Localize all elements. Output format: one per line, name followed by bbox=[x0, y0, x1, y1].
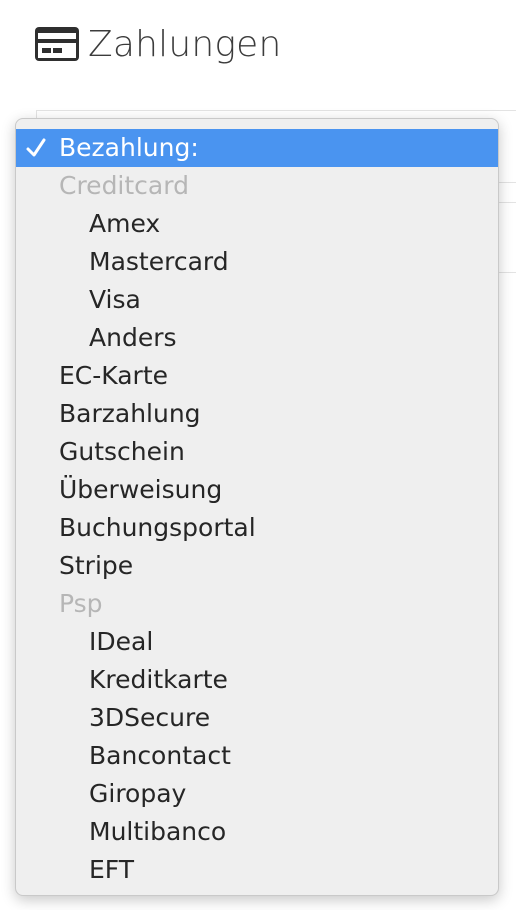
option-label: Mastercard bbox=[89, 247, 229, 276]
option-label: Bancontact bbox=[89, 741, 231, 770]
page-header: Zahlungen bbox=[34, 22, 282, 66]
dropdown-option[interactable]: Amex bbox=[16, 205, 498, 243]
page-title: Zahlungen bbox=[88, 23, 282, 65]
option-label: Multibanco bbox=[89, 817, 227, 846]
option-label: Gutschein bbox=[59, 437, 185, 466]
option-label: Kreditkarte bbox=[89, 665, 228, 694]
dropdown-option[interactable]: Überweisung bbox=[16, 471, 498, 509]
payment-method-dropdown[interactable]: Bezahlung: Creditcard Amex Mastercard Visa An… bbox=[15, 118, 499, 896]
option-label: Stripe bbox=[59, 551, 134, 580]
dropdown-option[interactable]: Stripe bbox=[16, 547, 498, 585]
dropdown-option[interactable]: Mastercard bbox=[16, 243, 498, 281]
option-label: Creditcard bbox=[59, 171, 189, 200]
option-group-header: Creditcard bbox=[16, 167, 498, 205]
option-label: 3DSecure bbox=[89, 703, 211, 732]
option-label: Amex bbox=[89, 209, 161, 238]
option-label: Visa bbox=[89, 285, 141, 314]
dropdown-option[interactable]: Kreditkarte bbox=[16, 661, 498, 699]
dropdown-option[interactable]: Multibanco bbox=[16, 813, 498, 851]
option-label: EC-Karte bbox=[59, 361, 169, 390]
dropdown-option[interactable]: Bancontact bbox=[16, 737, 498, 775]
form-field-border bbox=[36, 110, 516, 111]
dropdown-option[interactable]: Barzahlung bbox=[16, 395, 498, 433]
dropdown-option[interactable]: 3DSecure bbox=[16, 699, 498, 737]
dropdown-option[interactable]: EFT bbox=[16, 851, 498, 889]
dropdown-option[interactable]: Visa bbox=[16, 281, 498, 319]
dropdown-option[interactable]: Gutschein bbox=[16, 433, 498, 471]
option-label: IDeal bbox=[89, 627, 154, 656]
option-label: Buchungsportal bbox=[59, 513, 256, 542]
option-group-header: Psp bbox=[16, 585, 498, 623]
option-label: Giropay bbox=[89, 779, 187, 808]
option-label: Anders bbox=[89, 323, 177, 352]
option-label: Psp bbox=[59, 589, 103, 618]
dropdown-option[interactable]: Anders bbox=[16, 319, 498, 357]
option-label: Überweisung bbox=[59, 475, 223, 504]
checkmark-icon bbox=[26, 138, 46, 157]
option-label: Barzahlung bbox=[59, 399, 201, 428]
dropdown-option[interactable]: Buchungsportal bbox=[16, 509, 498, 547]
dropdown-option[interactable]: Giropay bbox=[16, 775, 498, 813]
credit-card-icon bbox=[35, 27, 79, 61]
dropdown-option[interactable]: EC-Karte bbox=[16, 357, 498, 395]
selected-option[interactable]: Bezahlung: bbox=[16, 129, 498, 167]
option-label: Bezahlung: bbox=[59, 133, 199, 162]
option-label: EFT bbox=[89, 855, 135, 884]
dropdown-option[interactable]: IDeal bbox=[16, 623, 498, 661]
